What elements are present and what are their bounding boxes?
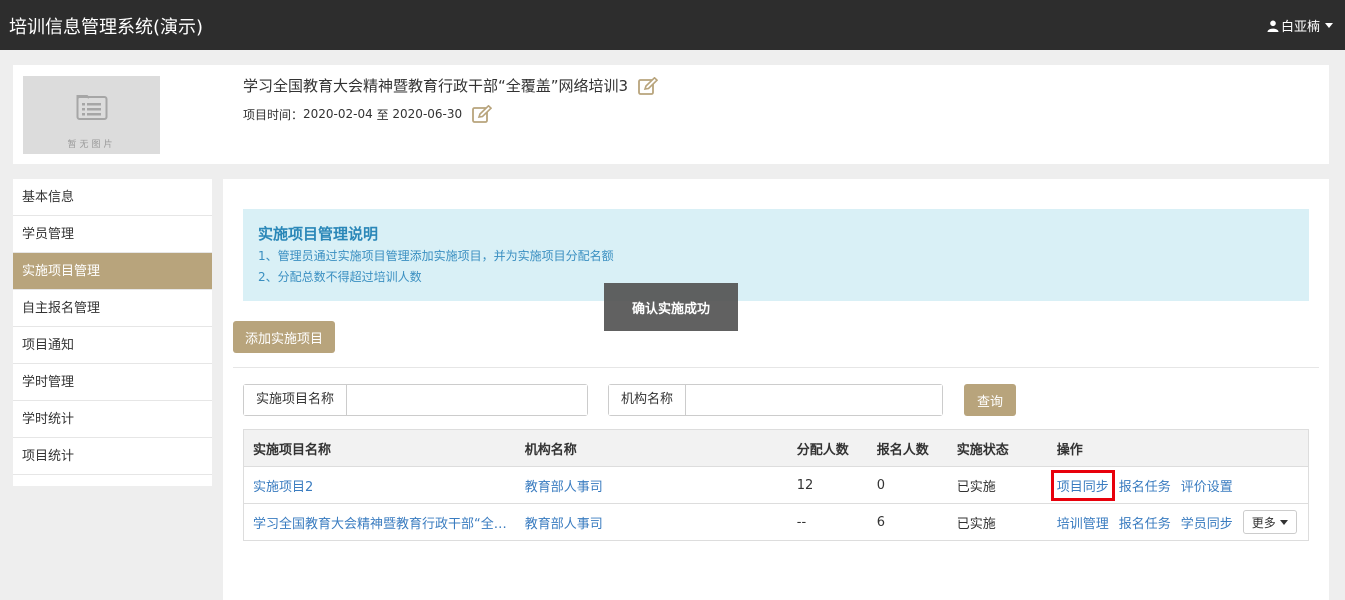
table-row: 学习全国教育大会精神暨教育行政干部“全… 教育部人事司 -- 6 已实施 培训管…	[242, 503, 1309, 541]
sidebar-item-credit-hours-statistics[interactable]: 学时统计	[13, 401, 212, 438]
instructions-line-2: 2、分配总数不得超过培训人数	[258, 270, 422, 284]
project-name-search-input[interactable]	[347, 385, 587, 415]
org-name-search-input[interactable]	[686, 385, 942, 415]
project-time-row: 项目时间： 2020-02-04 至 2020-06-30	[243, 105, 493, 123]
implementation-projects-table: 实施项目名称 机构名称 分配人数 报名人数 实施状态 操作 实施项目2 教育部人…	[242, 429, 1309, 541]
main-content: 实施项目管理说明 1、管理员通过实施项目管理添加实施项目，并为实施项目分配名额 …	[223, 179, 1329, 600]
sidebar-item-self-registration-management[interactable]: 自主报名管理	[13, 290, 212, 327]
caret-down-icon	[1279, 519, 1288, 525]
col-org-name: 机构名称	[515, 429, 788, 467]
success-toast: 确认实施成功	[604, 283, 738, 331]
org-name-search-group: 机构名称	[608, 384, 943, 416]
registration-task-link[interactable]: 报名任务	[1119, 476, 1171, 495]
row-org-name-link[interactable]: 教育部人事司	[525, 480, 603, 495]
sidebar-nav: 基本信息 学员管理 实施项目管理 自主报名管理 项目通知 学时管理 学时统计 项…	[13, 179, 212, 486]
user-name: 白亚楠	[1280, 20, 1320, 35]
no-image-text: 暂无图片	[67, 140, 116, 150]
project-start-date: 2020-02-04	[303, 107, 373, 121]
project-name-search-label: 实施项目名称	[244, 385, 348, 415]
row-project-name-link[interactable]: 实施项目2	[253, 480, 313, 495]
row-status: 已实施	[947, 466, 1048, 504]
sidebar-item-basic-info[interactable]: 基本信息	[13, 179, 212, 216]
project-name-search-group: 实施项目名称	[243, 384, 588, 416]
instructions-title: 实施项目管理说明	[258, 225, 379, 243]
sidebar-item-student-management[interactable]: 学员管理	[13, 216, 212, 253]
registration-task-link[interactable]: 报名任务	[1119, 513, 1171, 532]
project-end-date: 2020-06-30	[392, 107, 463, 121]
row-status: 已实施	[947, 503, 1048, 541]
row-org-name-link[interactable]: 教育部人事司	[525, 517, 603, 532]
sidebar-item-project-statistics[interactable]: 项目统计	[13, 438, 212, 475]
table-row: 实施项目2 教育部人事司 12 0 已实施 项目同步 报名任务 评价设置	[242, 466, 1309, 504]
project-time-label: 项目时间：	[243, 107, 304, 122]
col-status: 实施状态	[947, 429, 1048, 467]
more-label: 更多	[1251, 515, 1276, 530]
table-header-row: 实施项目名称 机构名称 分配人数 报名人数 实施状态 操作	[242, 429, 1309, 467]
sidebar-item-credit-hours-management[interactable]: 学时管理	[13, 364, 212, 401]
col-registered: 报名人数	[867, 429, 948, 467]
project-thumbnail: 暂无图片	[23, 76, 160, 154]
row-registered: 0	[867, 466, 948, 504]
edit-title-icon[interactable]	[638, 76, 659, 95]
add-implementation-project-button[interactable]: 添加实施项目	[233, 321, 336, 353]
user-menu[interactable]: 白亚楠	[1267, 16, 1333, 35]
student-sync-link[interactable]: 学员同步	[1181, 513, 1233, 532]
row-actions: 项目同步 报名任务 评价设置	[1050, 469, 1299, 501]
org-name-search-label: 机构名称	[609, 385, 687, 415]
col-project-name: 实施项目名称	[242, 429, 516, 467]
image-placeholder-icon	[76, 95, 108, 120]
instructions-box: 实施项目管理说明 1、管理员通过实施项目管理添加实施项目，并为实施项目分配名额 …	[243, 209, 1309, 301]
row-allocated: --	[787, 503, 868, 541]
more-dropdown-button[interactable]: 更多	[1242, 510, 1297, 534]
col-actions: 操作	[1047, 429, 1309, 467]
row-project-name-link[interactable]: 学习全国教育大会精神暨教育行政干部“全…	[253, 517, 507, 532]
col-allocated: 分配人数	[787, 429, 868, 467]
evaluation-settings-link[interactable]: 评价设置	[1181, 476, 1233, 495]
row-allocated: 12	[787, 466, 868, 504]
project-title: 学习全国教育大会精神暨教育行政干部“全覆盖”网络培训3	[243, 77, 629, 95]
sidebar-item-implementation-project-management[interactable]: 实施项目管理	[13, 253, 212, 290]
app-title: 培训信息管理系统(演示)	[9, 17, 204, 38]
edit-time-icon[interactable]	[472, 105, 493, 123]
divider	[233, 367, 1319, 368]
sidebar-item-project-notice[interactable]: 项目通知	[13, 327, 212, 364]
caret-down-icon	[1325, 23, 1333, 28]
instructions-line-1: 1、管理员通过实施项目管理添加实施项目，并为实施项目分配名额	[258, 249, 614, 263]
project-title-row: 学习全国教育大会精神暨教育行政干部“全覆盖”网络培训3	[243, 75, 659, 96]
row-registered: 6	[867, 503, 948, 541]
project-date-separator: 至	[372, 107, 393, 122]
user-icon	[1267, 20, 1279, 32]
top-navbar: 培训信息管理系统(演示) 白亚楠	[0, 0, 1345, 50]
training-management-link[interactable]: 培训管理	[1057, 513, 1109, 532]
project-header: 暂无图片 学习全国教育大会精神暨教育行政干部“全覆盖”网络培训3 项目时间： 2…	[13, 65, 1329, 164]
row-actions: 培训管理 报名任务 学员同步 更多	[1057, 510, 1299, 534]
query-button[interactable]: 查询	[964, 384, 1016, 416]
project-sync-link[interactable]: 项目同步	[1050, 469, 1115, 501]
